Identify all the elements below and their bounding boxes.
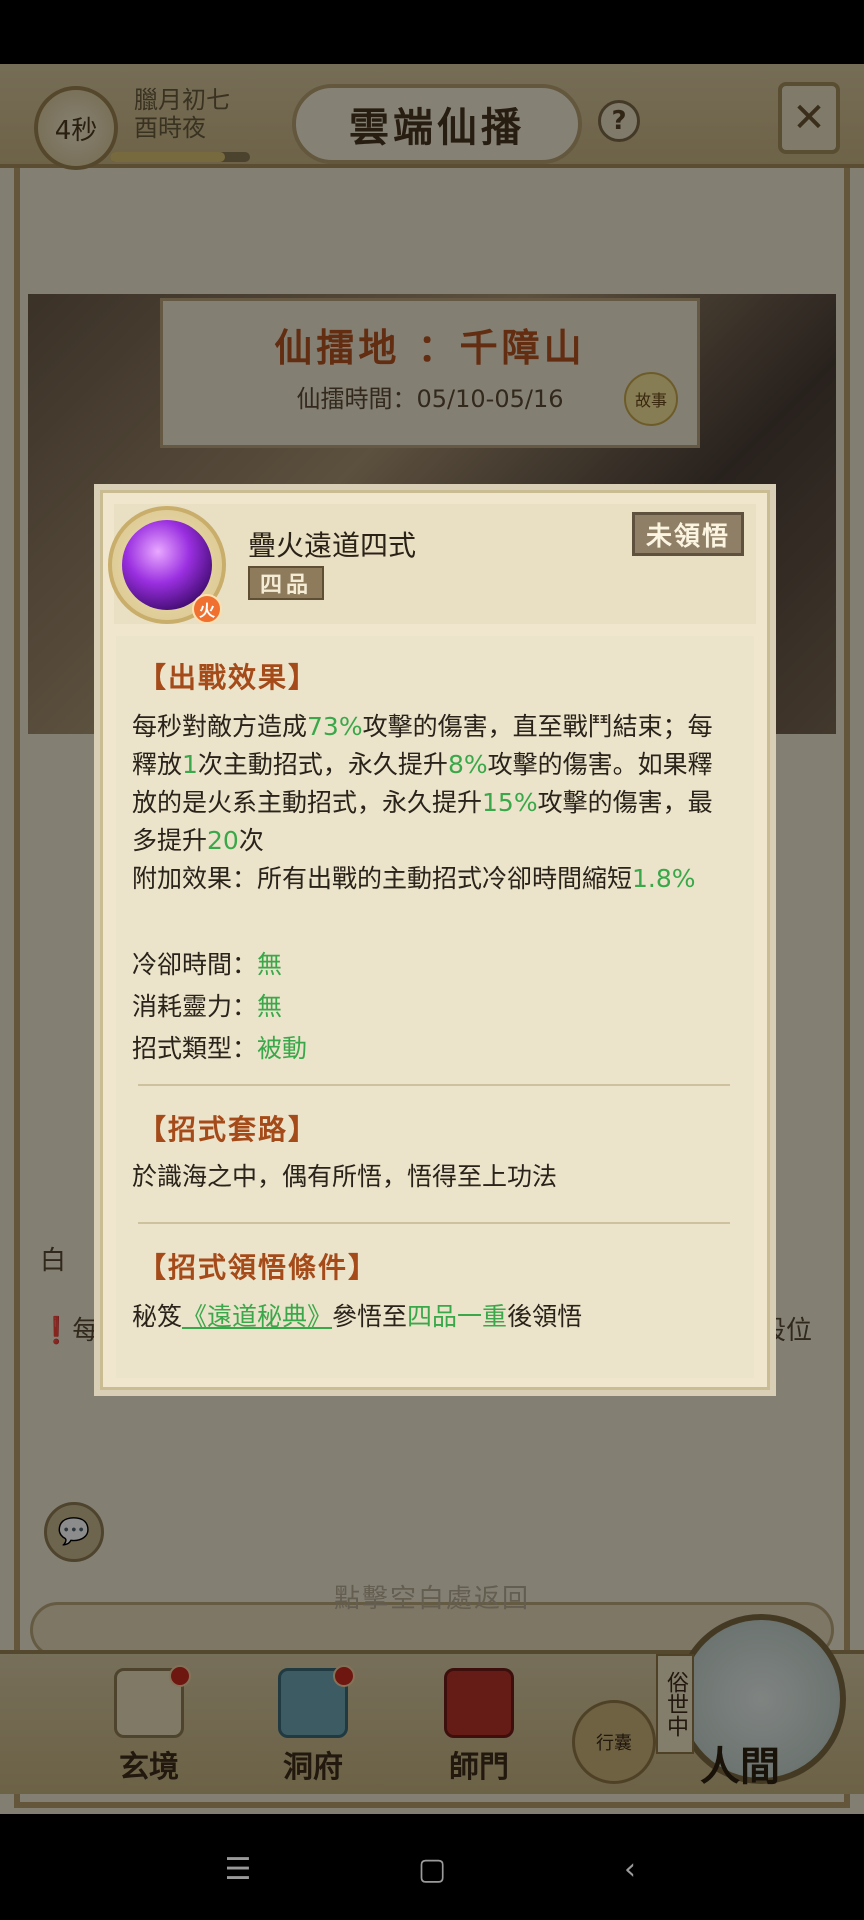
- skill-description: 【出戰效果】 每秒對敵方造成73%攻擊的傷害，直至戰鬥結束；每釋放1次主動招式，…: [116, 636, 754, 1378]
- fire-element-badge: 火: [192, 594, 222, 624]
- extra-effect-text: 附加效果：所有出戰的主動招式冷卻時間縮短1.8%: [132, 864, 696, 893]
- type-row: 招式類型：被動: [132, 1034, 308, 1063]
- effect-section-title: 【出戰效果】: [138, 661, 319, 694]
- status-badge: 未領悟: [632, 512, 744, 556]
- divider: [138, 1084, 730, 1086]
- cost-row: 消耗靈力：無: [132, 992, 283, 1021]
- routine-text: 於識海之中，偶有所悟，悟得至上功法: [132, 1162, 558, 1191]
- skill-detail-modal: 火 疊火遠道四式 四品 未領悟 【出戰效果】 每秒對敵方造成73%攻擊的傷害，直…: [94, 484, 776, 1396]
- effect-text: 每秒對敵方造成73%攻擊的傷害，直至戰鬥結束；每釋放1次主動招式，永久提升8%攻…: [132, 712, 713, 855]
- grade-badge: 四品: [248, 566, 324, 600]
- condition-section-title: 【招式領悟條件】: [138, 1251, 379, 1284]
- divider: [138, 1222, 730, 1224]
- cooldown-row: 冷卻時間：無: [132, 950, 283, 979]
- routine-section-title: 【招式套路】: [138, 1113, 319, 1146]
- recents-icon[interactable]: ☰: [218, 1850, 258, 1890]
- screen: 4秒 臘月初七 酉時夜 雲端仙播 ? ✕ 仙擂地 ：千障山 仙擂時間：05/10…: [0, 0, 864, 1920]
- system-nav-bar: ☰ ▢ ‹: [0, 1818, 864, 1920]
- back-icon[interactable]: ‹: [610, 1850, 650, 1890]
- skill-icon-frame: 火: [108, 506, 226, 624]
- skill-name: 疊火遠道四式: [248, 529, 417, 562]
- skill-header: 火 疊火遠道四式 四品 未領悟: [108, 504, 756, 624]
- manual-link[interactable]: 《遠道秘典》: [182, 1302, 332, 1331]
- home-icon[interactable]: ▢: [412, 1850, 452, 1890]
- condition-text: 秘笈《遠道秘典》參悟至四品一重後領悟: [132, 1302, 583, 1331]
